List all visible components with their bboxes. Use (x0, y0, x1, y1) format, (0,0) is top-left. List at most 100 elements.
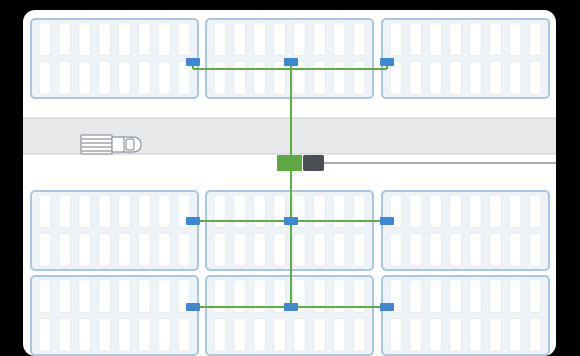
power-cabinet-icon (277, 155, 302, 171)
parking-block (30, 190, 199, 271)
parking-stall (118, 22, 131, 56)
parking-stall (313, 22, 326, 56)
parking-stall (528, 194, 542, 228)
parking-stall (489, 233, 502, 267)
parking-stall (233, 22, 246, 56)
parking-stall (352, 61, 366, 95)
parking-stall (273, 233, 286, 267)
parking-stall (352, 22, 366, 56)
parking-stall (389, 318, 403, 352)
charging-point-icon (186, 303, 200, 311)
parking-stall (58, 233, 71, 267)
parking-stall (38, 279, 52, 313)
charging-point-icon (380, 217, 394, 225)
parking-stall (509, 61, 522, 95)
parking-stall (58, 279, 71, 313)
parking-stall (98, 279, 111, 313)
parking-block (381, 18, 550, 99)
parking-stall (138, 61, 151, 95)
parking-block (30, 18, 199, 99)
parking-stall (38, 318, 52, 352)
parking-stall (158, 279, 171, 313)
parking-stall (118, 279, 131, 313)
charging-point-icon (284, 58, 298, 66)
charging-point-icon (380, 58, 394, 66)
parking-stall (409, 318, 422, 352)
parking-stall (98, 318, 111, 352)
parking-stall (158, 61, 171, 95)
parking-stall (489, 22, 502, 56)
parking-stall (469, 318, 482, 352)
charging-point-icon (186, 217, 200, 225)
parking-stall (489, 318, 502, 352)
parking-block-outline (381, 190, 550, 271)
parking-stall (528, 22, 542, 56)
parking-stall (78, 194, 91, 228)
parking-stall (98, 22, 111, 56)
parking-stall (177, 61, 191, 95)
parking-block-outline (381, 18, 550, 99)
parking-stall (98, 233, 111, 267)
parking-block-outline (30, 190, 199, 271)
parking-stall (389, 61, 403, 95)
parking-stall (253, 61, 266, 95)
parking-stall (158, 194, 171, 228)
parking-stall (333, 233, 346, 267)
parking-stall (409, 279, 422, 313)
parking-stall (293, 22, 306, 56)
parking-stall (449, 194, 462, 228)
parking-stall (138, 233, 151, 267)
parking-stall (138, 194, 151, 228)
parking-stall (333, 61, 346, 95)
parking-stall (38, 233, 52, 267)
parking-stall (528, 61, 542, 95)
parking-stall (253, 22, 266, 56)
parking-stall (177, 233, 191, 267)
parking-stall (528, 233, 542, 267)
parking-stall (98, 194, 111, 228)
parking-stall (409, 22, 422, 56)
parking-stall (118, 318, 131, 352)
parking-stall (352, 233, 366, 267)
parking-stall (449, 22, 462, 56)
parking-stall (273, 194, 286, 228)
parking-stall (213, 233, 227, 267)
parking-stall (333, 318, 346, 352)
parking-stall (293, 233, 306, 267)
parking-stall (233, 318, 246, 352)
parking-stall (449, 233, 462, 267)
parking-stall (253, 233, 266, 267)
charging-point-icon (284, 303, 298, 311)
parking-stall (352, 318, 366, 352)
parking-stall (469, 22, 482, 56)
parking-stall (409, 194, 422, 228)
parking-stall (233, 194, 246, 228)
parking-stall (213, 61, 227, 95)
parking-block (30, 275, 199, 356)
parking-block-outline (205, 190, 374, 271)
parking-block (205, 275, 374, 356)
parking-stall (489, 194, 502, 228)
parking-stall (273, 318, 286, 352)
parking-stall (78, 61, 91, 95)
parking-stall (273, 61, 286, 95)
parking-stall (138, 318, 151, 352)
parking-stall (98, 61, 111, 95)
parking-stall (253, 318, 266, 352)
charging-point-icon (380, 303, 394, 311)
parking-stall (138, 22, 151, 56)
parking-stall (528, 279, 542, 313)
parking-stall (78, 279, 91, 313)
parking-stall (469, 194, 482, 228)
parking-block-outline (205, 275, 374, 356)
parking-stall (313, 318, 326, 352)
charging-point-icon (284, 217, 298, 225)
grid-connection-icon (303, 155, 324, 171)
parking-stall (509, 194, 522, 228)
parking-stall (333, 194, 346, 228)
parking-stall (352, 194, 366, 228)
parking-stall (449, 318, 462, 352)
parking-stall (78, 22, 91, 56)
parking-stall (509, 22, 522, 56)
parking-stall (118, 194, 131, 228)
